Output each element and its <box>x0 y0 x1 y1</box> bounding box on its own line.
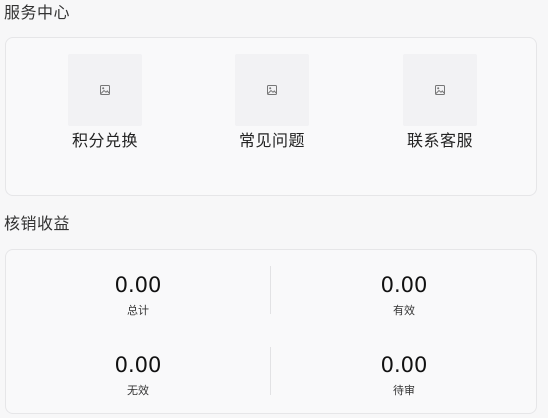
service-item-faq[interactable]: 常见问题 <box>202 52 342 162</box>
image-placeholder-icon <box>100 85 110 95</box>
service-item-thumbnail <box>68 54 142 126</box>
service-item-contact-support[interactable]: 联系客服 <box>370 52 510 162</box>
service-item-thumbnail <box>403 54 477 126</box>
stat-label: 待审 <box>393 384 415 397</box>
stat-label: 无效 <box>127 384 149 397</box>
stat-label: 总计 <box>127 304 149 317</box>
stat-value: 0.00 <box>380 353 428 377</box>
stat-divider <box>270 266 271 314</box>
stat-divider <box>270 347 271 395</box>
service-item-label: 积分兑换 <box>71 131 138 150</box>
service-item-points-exchange[interactable]: 积分兑换 <box>35 52 175 162</box>
earnings-title: 核销收益 <box>4 214 71 233</box>
earnings-card: 0.00 总计 0.00 有效 0.00 无效 0.00 待审 <box>5 249 537 414</box>
stat-label: 有效 <box>393 304 415 317</box>
stat-valid: 0.00 有效 <box>274 272 534 332</box>
stat-value: 0.00 <box>114 353 162 377</box>
image-placeholder-icon <box>267 85 277 95</box>
stat-value: 0.00 <box>114 273 162 297</box>
stat-pending: 0.00 待审 <box>274 352 534 412</box>
stat-total: 0.00 总计 <box>8 272 268 332</box>
service-center-title: 服务中心 <box>4 3 71 22</box>
image-placeholder-icon <box>435 85 445 95</box>
service-item-label: 常见问题 <box>238 131 305 150</box>
service-item-thumbnail <box>235 54 309 126</box>
service-item-label: 联系客服 <box>406 131 473 150</box>
service-center-card: 积分兑换 常见问题 联系客服 <box>5 37 537 196</box>
stat-invalid: 0.00 无效 <box>8 352 268 412</box>
stat-value: 0.00 <box>380 273 428 297</box>
